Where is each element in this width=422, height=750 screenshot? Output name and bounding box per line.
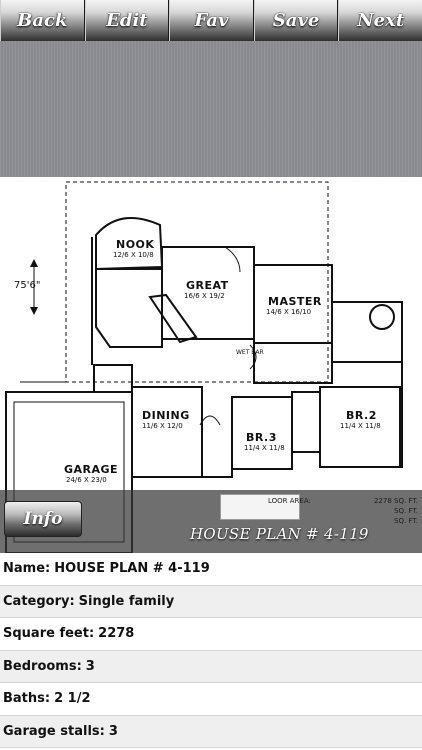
detail-label: Bedrooms:	[3, 658, 82, 674]
detail-value: Single family	[78, 593, 175, 609]
background-band	[0, 41, 422, 177]
detail-label: Category:	[3, 593, 75, 609]
stat-value: 2278 SQ. FT.	[373, 497, 418, 505]
garage-label: GARAGE	[64, 463, 119, 476]
detail-row-baths: Baths: 2 1/2	[0, 683, 422, 716]
br2-label: BR.2	[346, 409, 377, 422]
nook-dimension: 12/6 X 10/8	[113, 251, 154, 259]
master-dimension: 14/6 X 16/10	[266, 308, 312, 316]
detail-label: Name:	[3, 561, 51, 577]
detail-row-name: Name: HOUSE PLAN # 4-119	[0, 553, 422, 586]
br3-label: BR.3	[246, 431, 277, 444]
detail-value: 2278	[98, 626, 135, 642]
floor-plan-image: NOOK 12/6 X 10/8 GREAT 16/6 X 19/2 MASTE…	[0, 177, 422, 553]
garage-dimension: 24/6 X 23/0	[66, 476, 107, 484]
detail-value: HOUSE PLAN # 4-119	[54, 561, 210, 577]
detail-value: 2 1/2	[54, 691, 91, 707]
stat-label: LOOR AREA:	[268, 497, 311, 505]
stat-row: LOOR AREA: 2278 SQ. FT.	[268, 496, 418, 506]
dining-label: DINING	[142, 409, 190, 422]
dining-dimension: 11/6 X 12/0	[142, 422, 183, 430]
next-button[interactable]: Next	[338, 0, 422, 41]
wet-bar-label: WET BAR	[236, 349, 264, 356]
edit-button[interactable]: Edit	[84, 0, 170, 41]
detail-label: Square feet:	[3, 626, 95, 642]
br3-dimension: 11/4 X 11/8	[244, 444, 285, 452]
stat-row: SQ. FT.	[268, 506, 418, 516]
detail-label: Garage stalls:	[3, 723, 105, 739]
plan-stats: LOOR AREA: 2278 SQ. FT. SQ. FT. SQ. FT.	[268, 496, 418, 526]
detail-value: 3	[85, 658, 95, 674]
info-button[interactable]: Info	[4, 501, 82, 537]
detail-row-bedrooms: Bedrooms: 3	[0, 650, 422, 683]
top-toolbar: Back Edit Fav Save Next	[0, 0, 422, 41]
master-label: MASTER	[268, 295, 322, 308]
detail-row-square-feet: Square feet: 2278	[0, 618, 422, 651]
details-list: Name: HOUSE PLAN # 4-119 Category: Singl…	[0, 553, 422, 750]
overall-dimension: 75'6"	[14, 280, 41, 291]
detail-row-category: Category: Single family	[0, 585, 422, 618]
detail-row-garage-stalls: Garage stalls: 3	[0, 715, 422, 748]
great-dimension: 16/6 X 19/2	[184, 292, 225, 300]
save-button[interactable]: Save	[253, 0, 339, 41]
back-button[interactable]: Back	[0, 0, 85, 41]
detail-value: 3	[108, 723, 118, 739]
plan-caption-bar: Info LOOR AREA: 2278 SQ. FT. SQ. FT. SQ.…	[0, 490, 422, 553]
stat-value: SQ. FT.	[394, 507, 418, 515]
great-label: GREAT	[186, 279, 229, 292]
fav-button[interactable]: Fav	[169, 0, 254, 41]
detail-label: Baths:	[3, 691, 51, 707]
br2-dimension: 11/4 X 11/8	[340, 422, 381, 430]
nook-label: NOOK	[116, 238, 155, 251]
plan-title: HOUSE PLAN # 4-119	[190, 525, 369, 543]
